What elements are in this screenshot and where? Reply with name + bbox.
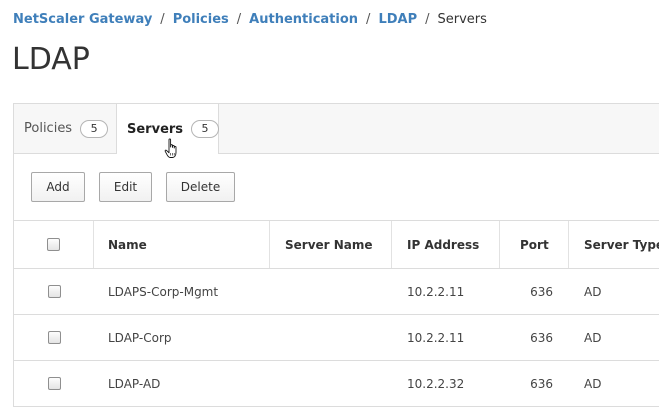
- tab-servers-count-badge: 5: [191, 120, 220, 138]
- cell-ip-address: 10.2.2.32: [407, 376, 465, 391]
- cell-port: 636: [530, 284, 553, 299]
- column-header-name[interactable]: Name: [94, 221, 270, 268]
- tab-servers-label: Servers: [127, 121, 184, 137]
- row-checkbox[interactable]: [47, 331, 61, 344]
- column-header-server-name[interactable]: Server Name: [270, 221, 392, 268]
- table-row[interactable]: LDAP-Corp 10.2.2.11 636 AD: [14, 315, 659, 361]
- breadcrumb-separator: /: [160, 12, 165, 27]
- page: NetScaler Gateway / Policies / Authenticatio…: [0, 0, 659, 407]
- breadcrumb-netscaler-gateway[interactable]: NetScaler Gateway: [13, 12, 152, 27]
- cell-server-name: [270, 361, 392, 406]
- hand-pointer-icon: [164, 138, 177, 158]
- cell-ip-address: 10.2.2.11: [407, 284, 465, 299]
- page-title: LDAP: [12, 42, 90, 77]
- breadcrumb-authentication[interactable]: Authentication: [249, 12, 358, 27]
- tab-policies-label: Policies: [24, 121, 73, 136]
- cell-ip-address: 10.2.2.11: [407, 330, 465, 345]
- cell-name: LDAP-Corp: [108, 330, 172, 345]
- cell-server-name: [270, 315, 392, 360]
- cell-server-name: [270, 269, 392, 314]
- column-header-ip-address[interactable]: IP Address: [392, 221, 500, 268]
- cell-port: 636: [530, 330, 553, 345]
- table-row[interactable]: LDAPS-Corp-Mgmt 10.2.2.11 636 AD: [14, 269, 659, 315]
- cell-server-type: AD: [584, 376, 602, 391]
- breadcrumb-separator: /: [366, 12, 371, 27]
- servers-table: Name Server Name IP Address Port Server …: [14, 220, 659, 407]
- row-checkbox-cell: [14, 361, 94, 406]
- select-all-checkbox[interactable]: [47, 238, 60, 251]
- add-button[interactable]: Add: [31, 172, 85, 202]
- cell-port: 636: [530, 376, 553, 391]
- breadcrumb-current-servers: Servers: [437, 12, 487, 27]
- cell-server-type: AD: [584, 330, 602, 345]
- content-panel: Policies 5 Servers 5 Add Edit Delete Nam…: [13, 103, 659, 407]
- breadcrumb-policies[interactable]: Policies: [173, 12, 229, 27]
- row-checkbox[interactable]: [47, 285, 61, 298]
- table-row[interactable]: LDAP-AD 10.2.2.32 636 AD: [14, 361, 659, 407]
- tab-policies-count-badge: 5: [80, 119, 109, 138]
- edit-button[interactable]: Edit: [99, 172, 152, 202]
- breadcrumb-ldap[interactable]: LDAP: [378, 12, 417, 27]
- header-checkbox-cell: [14, 221, 94, 268]
- delete-button[interactable]: Delete: [166, 172, 235, 202]
- tab-policies[interactable]: Policies 5: [14, 104, 116, 153]
- table-header-row: Name Server Name IP Address Port Server …: [14, 221, 659, 269]
- row-checkbox-cell: [14, 315, 94, 360]
- breadcrumb: NetScaler Gateway / Policies / Authenticatio…: [13, 11, 487, 29]
- row-checkbox[interactable]: [47, 377, 61, 390]
- tab-bar: Policies 5 Servers 5: [14, 104, 659, 154]
- row-checkbox-cell: [14, 269, 94, 314]
- cell-server-type: AD: [584, 284, 602, 299]
- cell-name: LDAP-AD: [108, 376, 161, 391]
- column-header-port[interactable]: Port: [500, 221, 569, 268]
- breadcrumb-separator: /: [236, 12, 242, 27]
- column-header-server-type[interactable]: Server Type: [569, 221, 659, 268]
- breadcrumb-separator: /: [425, 12, 430, 27]
- cell-name: LDAPS-Corp-Mgmt: [108, 284, 219, 299]
